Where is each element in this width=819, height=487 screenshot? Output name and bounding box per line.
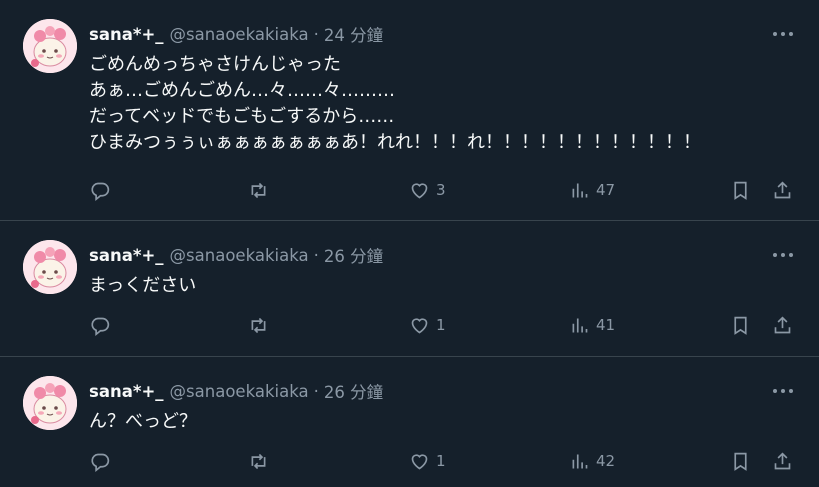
more-icon[interactable] — [773, 26, 793, 42]
views-icon — [572, 318, 588, 332]
tweet-actions: 3 47 — [90, 178, 796, 202]
tweet-actions: 1 42 — [90, 449, 796, 473]
user-handle[interactable]: @sanaoekakiaka — [170, 246, 309, 265]
tweet[interactable]: sana*+_ @sanaoekakiaka · 26 分鐘 まっください 1 … — [0, 221, 819, 357]
tweet-header: sana*+_ @sanaoekakiaka · 26 分鐘 — [89, 243, 383, 267]
like-count: 1 — [436, 452, 446, 470]
display-name[interactable]: sana*+_ — [89, 25, 164, 44]
display-name[interactable]: sana*+_ — [89, 382, 164, 401]
timeline-feed: sana*+_ @sanaoekakiaka · 24 分鐘 ごめんめっちゃさけ… — [0, 0, 819, 487]
share-icon — [774, 315, 791, 333]
avatar-image — [23, 376, 77, 430]
retweet-icon — [251, 453, 266, 469]
heart-icon — [411, 317, 428, 333]
tweet[interactable]: sana*+_ @sanaoekakiaka · 24 分鐘 ごめんめっちゃさけ… — [0, 0, 819, 221]
like-count: 1 — [436, 316, 446, 334]
views-count: 42 — [596, 452, 616, 470]
reply-icon — [91, 182, 110, 201]
bookmark-icon — [734, 181, 747, 200]
views-count: 41 — [596, 316, 616, 334]
more-icon[interactable] — [773, 247, 793, 263]
retweet-button[interactable] — [248, 178, 269, 202]
share-icon — [774, 180, 791, 198]
tweet[interactable]: sana*+_ @sanaoekakiaka · 26 分鐘 ん？べっど？ 1 … — [0, 357, 819, 487]
retweet-icon — [251, 317, 266, 333]
reply-icon — [91, 453, 110, 472]
user-handle[interactable]: @sanaoekakiaka — [170, 25, 309, 44]
tweet-header: sana*+_ @sanaoekakiaka · 26 分鐘 — [89, 379, 383, 403]
views-button[interactable]: 47 — [569, 178, 615, 202]
avatar[interactable] — [23, 19, 77, 73]
bookmark-button[interactable] — [730, 178, 751, 202]
avatar[interactable] — [23, 376, 77, 430]
bookmark-button[interactable] — [730, 313, 751, 337]
views-icon — [572, 454, 588, 468]
user-handle[interactable]: @sanaoekakiaka — [170, 382, 309, 401]
share-button[interactable] — [772, 178, 793, 202]
tweet-actions: 1 41 — [90, 313, 796, 337]
reply-button[interactable] — [90, 178, 111, 202]
share-button[interactable] — [772, 449, 793, 473]
reply-button[interactable] — [90, 449, 111, 473]
tweet-text: まっください — [89, 275, 197, 296]
avatar-image — [23, 19, 77, 73]
tweet-text: ごめんめっちゃさけんじゃった あぁ…ごめんごめん…々……々……… だってベッドで… — [89, 54, 701, 153]
like-button[interactable]: 3 — [409, 178, 446, 202]
bookmark-icon — [734, 316, 747, 335]
retweet-icon — [251, 182, 266, 198]
retweet-button[interactable] — [248, 313, 269, 337]
avatar[interactable] — [23, 240, 77, 294]
share-button[interactable] — [772, 313, 793, 337]
separator: · — [313, 245, 319, 265]
like-button[interactable]: 1 — [409, 449, 446, 473]
bookmark-icon — [734, 452, 747, 471]
reply-button[interactable] — [90, 313, 111, 337]
separator: · — [313, 381, 319, 401]
views-button[interactable]: 41 — [569, 313, 615, 337]
avatar-image — [23, 240, 77, 294]
heart-icon — [411, 453, 428, 469]
timestamp[interactable]: 24 分鐘 — [324, 22, 383, 46]
share-icon — [774, 451, 791, 469]
reply-icon — [91, 317, 110, 336]
tweet-header: sana*+_ @sanaoekakiaka · 24 分鐘 — [89, 22, 383, 46]
display-name[interactable]: sana*+_ — [89, 246, 164, 265]
timestamp[interactable]: 26 分鐘 — [324, 379, 383, 403]
timestamp[interactable]: 26 分鐘 — [324, 243, 383, 267]
like-count: 3 — [436, 181, 446, 199]
views-button[interactable]: 42 — [569, 449, 615, 473]
bookmark-button[interactable] — [730, 449, 751, 473]
views-icon — [572, 183, 588, 197]
tweet-text: ん？べっど？ — [89, 411, 197, 432]
separator: · — [313, 24, 319, 44]
heart-icon — [411, 182, 428, 198]
more-icon[interactable] — [773, 383, 793, 399]
like-button[interactable]: 1 — [409, 313, 446, 337]
views-count: 47 — [596, 181, 616, 199]
retweet-button[interactable] — [248, 449, 269, 473]
